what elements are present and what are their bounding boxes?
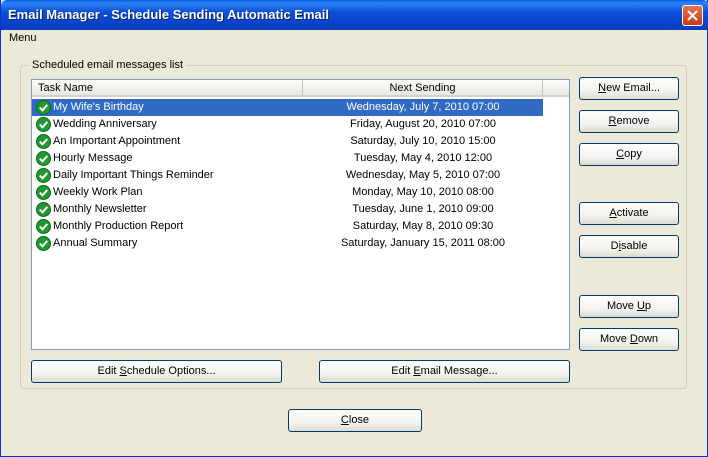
task-name-cell: Monthly Production Report <box>53 220 184 232</box>
next-sending-cell: Saturday, May 8, 2010 09:30 <box>352 220 494 232</box>
task-name-cell: Wedding Anniversary <box>53 118 157 130</box>
column-header-next-sending[interactable]: Next Sending <box>303 80 543 97</box>
window-title: Email Manager - Schedule Sending Automat… <box>8 7 329 22</box>
close-button[interactable]: Close <box>288 409 422 432</box>
task-name-cell: Weekly Work Plan <box>53 186 143 198</box>
column-header-filler <box>543 80 569 97</box>
table-row[interactable]: My Wife's Birthday Wednesday, July 7, 201… <box>32 99 543 116</box>
table-row[interactable]: Hourly Message Tuesday, May 4, 2010 12:00 <box>32 150 543 167</box>
task-name-cell: Daily Important Things Reminder <box>53 169 214 181</box>
green-check-icon <box>36 134 51 149</box>
next-sending-cell: Monday, May 10, 2010 08:00 <box>352 186 494 198</box>
task-name-cell: An Important Appointment <box>53 135 181 147</box>
table-row[interactable]: Monthly Newsletter Tuesday, June 1, 2010 … <box>32 201 543 218</box>
scheduled-email-list[interactable]: Task Name Next Sending My Wife's Birthda… <box>31 79 570 350</box>
green-check-icon <box>36 219 51 234</box>
next-sending-cell: Saturday, January 15, 2011 08:00 <box>340 237 506 249</box>
green-check-icon <box>36 168 51 183</box>
table-row[interactable]: Daily Important Things Reminder Wednesday… <box>32 167 543 184</box>
menu-bar: Menu <box>5 31 705 48</box>
move-up-button[interactable]: Move Up <box>579 295 679 318</box>
email-manager-window: Email Manager - Schedule Sending Automat… <box>0 0 708 457</box>
green-check-icon <box>36 117 51 132</box>
green-check-icon <box>36 100 51 115</box>
next-sending-cell: Wednesday, July 7, 2010 07:00 <box>346 101 500 113</box>
new-email-button[interactable]: New Email... <box>579 77 679 100</box>
menu-item-menu[interactable]: Menu <box>9 32 37 44</box>
edit-schedule-options-button[interactable]: Edit Schedule Options... <box>31 360 282 383</box>
task-name-cell: Annual Summary <box>53 237 138 249</box>
green-check-icon <box>36 236 51 251</box>
task-name-cell: Hourly Message <box>53 152 133 164</box>
green-check-icon <box>36 202 51 217</box>
table-row[interactable]: Weekly Work Plan Monday, May 10, 2010 08:… <box>32 184 543 201</box>
move-down-button[interactable]: Move Down <box>579 328 679 351</box>
table-row[interactable]: Annual Summary Saturday, January 15, 2011… <box>32 235 543 252</box>
next-sending-cell: Tuesday, June 1, 2010 09:00 <box>352 203 494 215</box>
list-header: Task Name Next Sending <box>32 80 569 97</box>
next-sending-cell: Wednesday, May 5, 2010 07:00 <box>345 169 501 181</box>
task-name-cell: Monthly Newsletter <box>53 203 147 215</box>
title-bar[interactable]: Email Manager - Schedule Sending Automat… <box>1 0 708 30</box>
copy-button[interactable]: Copy <box>579 143 679 166</box>
remove-button[interactable]: Remove <box>579 110 679 133</box>
green-check-icon <box>36 185 51 200</box>
close-icon <box>687 10 698 21</box>
table-row[interactable]: Monthly Production Report Saturday, May 8… <box>32 218 543 235</box>
window-close-button[interactable] <box>682 5 703 26</box>
green-check-icon <box>36 151 51 166</box>
column-header-task-name[interactable]: Task Name <box>32 80 303 97</box>
next-sending-cell: Friday, August 20, 2010 07:00 <box>350 118 496 130</box>
table-row[interactable]: Wedding Anniversary Friday, August 20, 20… <box>32 116 543 133</box>
activate-button[interactable]: Activate <box>579 202 679 225</box>
edit-email-message-button[interactable]: Edit Email Message... <box>319 360 570 383</box>
next-sending-cell: Saturday, July 10, 2010 15:00 <box>350 135 496 147</box>
table-row[interactable]: An Important Appointment Saturday, July 1… <box>32 133 543 150</box>
task-name-cell: My Wife's Birthday <box>53 101 144 113</box>
next-sending-cell: Tuesday, May 4, 2010 12:00 <box>353 152 493 164</box>
disable-button[interactable]: Disable <box>579 235 679 258</box>
group-label: Scheduled email messages list <box>29 59 187 71</box>
